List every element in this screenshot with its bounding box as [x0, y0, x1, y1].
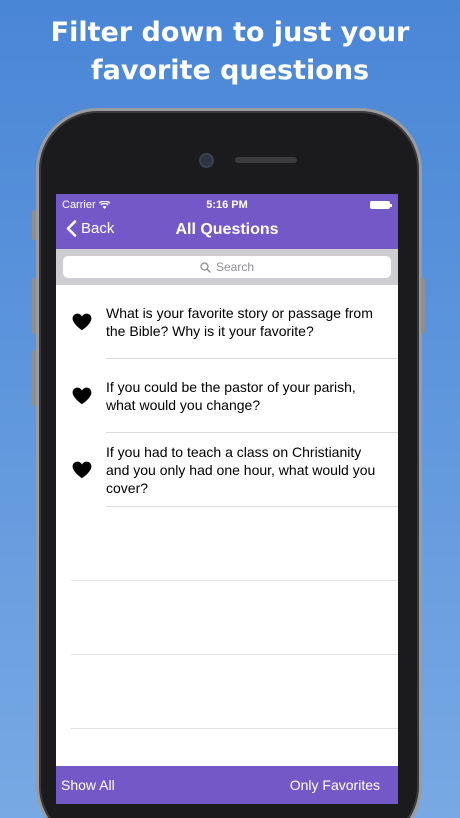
row-divider [71, 728, 398, 729]
question-row[interactable]: If you could be the pastor of your paris… [56, 359, 398, 433]
promo-headline: Filter down to just your favorite questi… [0, 14, 460, 90]
search-bar: Search [56, 249, 398, 285]
phone-screen: Carrier 5:16 PM Back All Questions Searc… [56, 194, 398, 804]
show-all-button[interactable]: Show All [61, 777, 115, 793]
empty-row [56, 581, 398, 655]
status-bar: Carrier 5:16 PM [56, 194, 398, 214]
question-row[interactable]: If you had to teach a class on Christian… [56, 433, 398, 507]
search-input[interactable]: Search [63, 256, 391, 278]
question-text: What is your favorite story or passage f… [106, 305, 373, 339]
battery-icon [370, 201, 392, 209]
front-camera [199, 153, 214, 168]
question-text: If you had to teach a class on Christian… [106, 444, 376, 496]
empty-row [56, 655, 398, 729]
question-text: If you could be the pastor of your paris… [106, 379, 356, 413]
search-icon [200, 261, 211, 273]
earpiece-speaker [235, 157, 297, 163]
heart-icon[interactable] [72, 461, 92, 479]
headline-line-2: favorite questions [90, 55, 370, 86]
filter-toolbar: Show All Only Favorites [56, 766, 398, 804]
status-time: 5:16 PM [206, 199, 248, 211]
question-row[interactable]: What is your favorite story or passage f… [56, 285, 398, 359]
only-favorites-button[interactable]: Only Favorites [290, 777, 380, 793]
mute-switch [32, 210, 36, 240]
navigation-bar: Carrier 5:16 PM Back All Questions [56, 194, 398, 249]
headline-line-1: Filter down to just your [50, 17, 410, 48]
question-list: What is your favorite story or passage f… [56, 285, 398, 729]
empty-row [56, 507, 398, 581]
search-placeholder: Search [215, 260, 255, 274]
volume-down-button [32, 350, 36, 406]
power-button [421, 278, 425, 334]
page-title: All Questions [175, 221, 279, 238]
volume-up-button [32, 278, 36, 334]
heart-icon[interactable] [72, 313, 92, 331]
heart-icon[interactable] [72, 387, 92, 405]
